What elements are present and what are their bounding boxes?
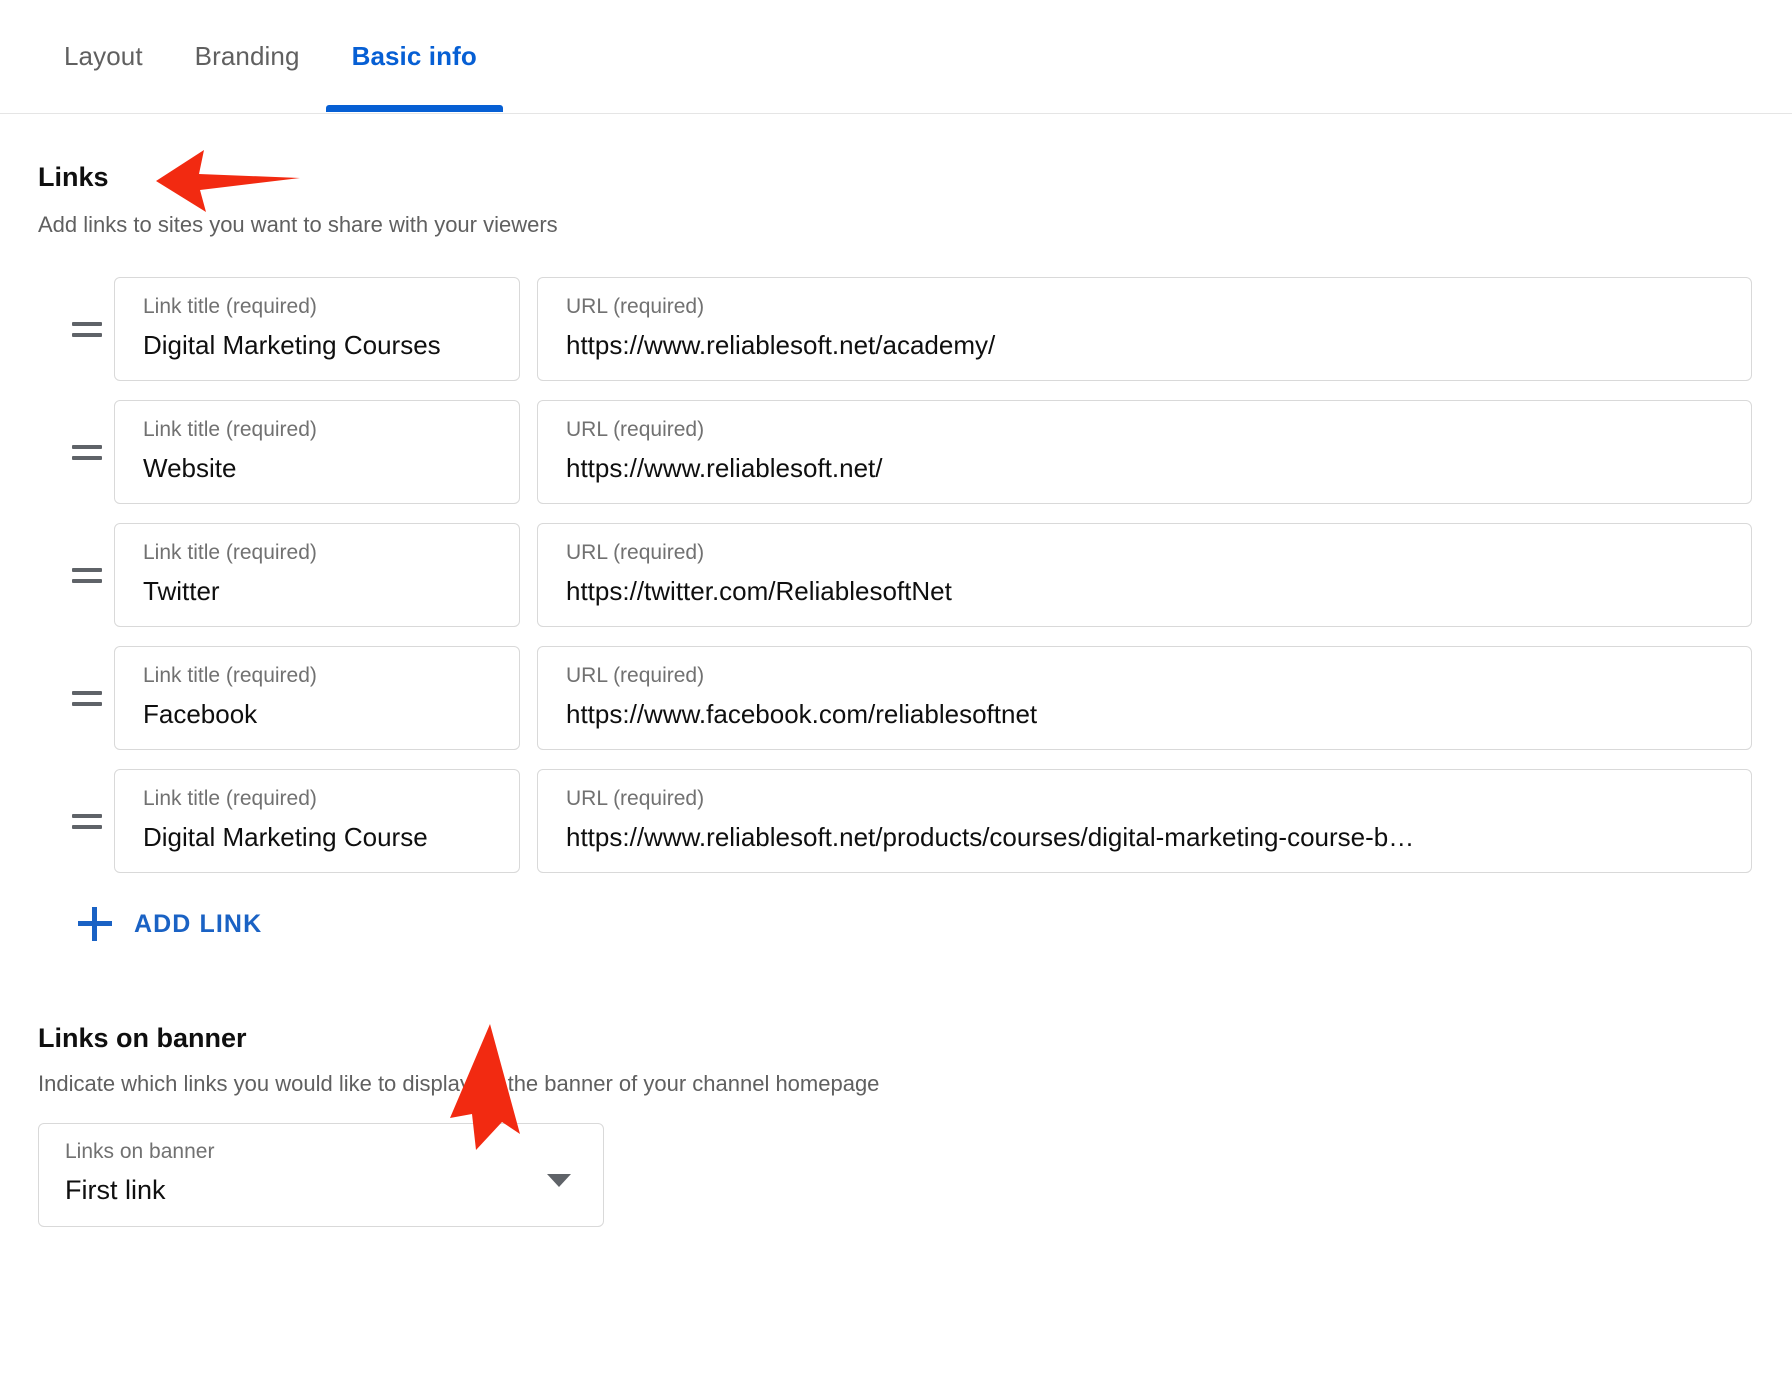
link-row: Link title (required) Digital Marketing … <box>38 769 1752 873</box>
link-url-value: https://www.reliablesoft.net/ <box>566 454 1725 484</box>
links-on-banner-select-value: First link <box>65 1175 577 1206</box>
link-url-label: URL (required) <box>566 418 1725 441</box>
link-url-value: https://www.facebook.com/reliablesoftnet <box>566 700 1725 730</box>
link-url-input[interactable]: URL (required) https://www.facebook.com/… <box>537 646 1752 750</box>
link-url-input[interactable]: URL (required) https://www.reliablesoft.… <box>537 277 1752 381</box>
link-title-label: Link title (required) <box>143 664 493 687</box>
tab-layout-label: Layout <box>64 41 143 72</box>
link-title-value: Digital Marketing Courses <box>143 331 493 361</box>
link-url-value: https://twitter.com/ReliablesoftNet <box>566 577 1725 607</box>
drag-handle-icon[interactable] <box>38 445 114 460</box>
link-row: Link title (required) Facebook URL (requ… <box>38 646 1752 750</box>
plus-icon <box>78 907 112 941</box>
links-on-banner-description: Indicate which links you would like to d… <box>38 1072 1752 1096</box>
active-tab-indicator <box>326 105 503 112</box>
link-title-value: Twitter <box>143 577 493 607</box>
drag-handle-icon[interactable] <box>38 568 114 583</box>
links-list: Link title (required) Digital Marketing … <box>38 277 1752 873</box>
tab-basic-info[interactable]: Basic info <box>326 0 503 112</box>
add-link-button[interactable]: ADD LINK <box>78 907 262 941</box>
links-on-banner-select[interactable]: Links on banner First link <box>38 1123 604 1227</box>
link-url-input[interactable]: URL (required) https://twitter.com/Relia… <box>537 523 1752 627</box>
link-url-label: URL (required) <box>566 541 1725 564</box>
link-url-input[interactable]: URL (required) https://www.reliablesoft.… <box>537 769 1752 873</box>
drag-handle-icon[interactable] <box>38 322 114 337</box>
link-row: Link title (required) Digital Marketing … <box>38 277 1752 381</box>
tab-branding[interactable]: Branding <box>169 0 326 112</box>
link-title-label: Link title (required) <box>143 418 493 441</box>
chevron-down-icon <box>547 1174 571 1187</box>
link-title-input[interactable]: Link title (required) Twitter <box>114 523 520 627</box>
link-title-value: Website <box>143 454 493 484</box>
link-title-input[interactable]: Link title (required) Facebook <box>114 646 520 750</box>
basic-info-content: Links Add links to sites you want to sha… <box>0 114 1792 1227</box>
link-title-value: Digital Marketing Course <box>143 823 493 853</box>
link-title-input[interactable]: Link title (required) Digital Marketing … <box>114 769 520 873</box>
link-url-label: URL (required) <box>566 664 1725 687</box>
link-url-value: https://www.reliablesoft.net/academy/ <box>566 331 1725 361</box>
link-row: Link title (required) Twitter URL (requi… <box>38 523 1752 627</box>
drag-handle-icon[interactable] <box>38 814 114 829</box>
drag-handle-icon[interactable] <box>38 691 114 706</box>
links-on-banner-select-label: Links on banner <box>65 1140 577 1163</box>
link-url-value: https://www.reliablesoft.net/products/co… <box>566 823 1725 853</box>
link-title-label: Link title (required) <box>143 295 493 318</box>
link-title-label: Link title (required) <box>143 541 493 564</box>
link-title-value: Facebook <box>143 700 493 730</box>
links-on-banner-heading: Links on banner <box>38 1025 1752 1052</box>
links-description: Add links to sites you want to share wit… <box>38 213 1752 237</box>
tab-layout[interactable]: Layout <box>38 0 169 112</box>
links-on-banner-section: Links on banner Indicate which links you… <box>38 1025 1752 1227</box>
tab-basic-info-label: Basic info <box>352 41 477 72</box>
link-url-label: URL (required) <box>566 295 1725 318</box>
add-link-label: ADD LINK <box>134 910 262 939</box>
link-row: Link title (required) Website URL (requi… <box>38 400 1752 504</box>
link-url-input[interactable]: URL (required) https://www.reliablesoft.… <box>537 400 1752 504</box>
link-title-input[interactable]: Link title (required) Digital Marketing … <box>114 277 520 381</box>
link-title-label: Link title (required) <box>143 787 493 810</box>
links-heading: Links <box>38 164 1752 191</box>
channel-customization-tabbar: Layout Branding Basic info <box>0 0 1792 114</box>
link-url-label: URL (required) <box>566 787 1725 810</box>
tab-branding-label: Branding <box>195 41 300 72</box>
links-section: Links Add links to sites you want to sha… <box>38 114 1752 941</box>
tab-list: Layout Branding Basic info <box>0 0 1792 113</box>
link-title-input[interactable]: Link title (required) Website <box>114 400 520 504</box>
